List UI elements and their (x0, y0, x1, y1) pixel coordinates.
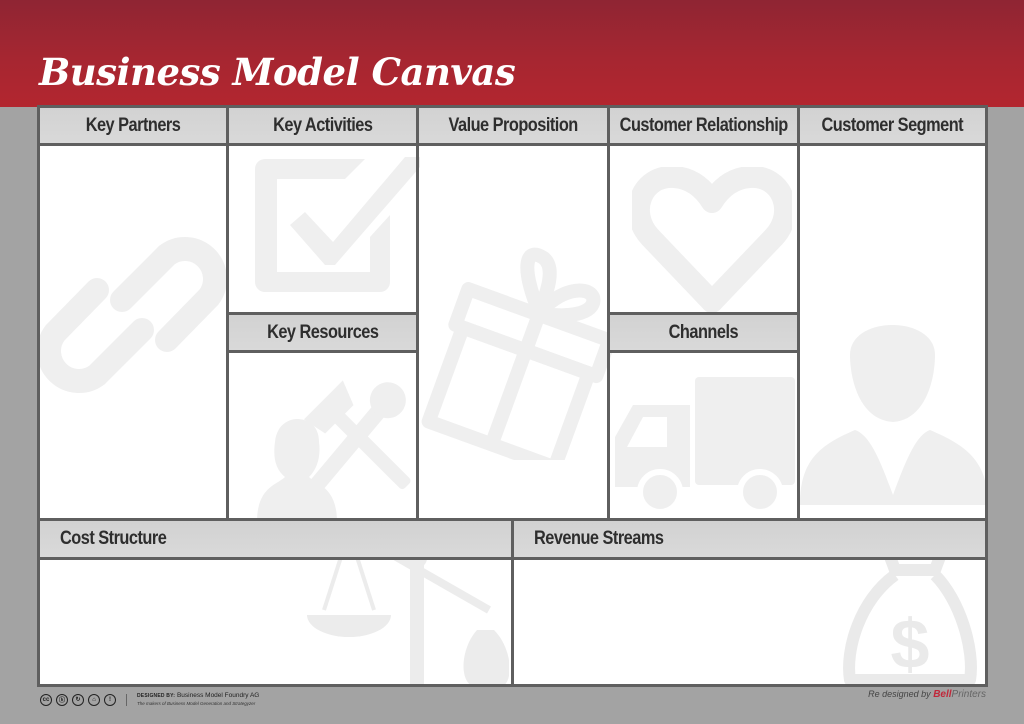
cc-icon: cc (40, 693, 52, 706)
checkbox-icon (255, 157, 425, 297)
cost-structure-label: Cost Structure (60, 528, 167, 549)
tools-person-icon (227, 377, 422, 522)
outer-border-left (37, 105, 40, 687)
truck-icon (615, 377, 795, 512)
heart-icon (632, 167, 792, 317)
revenue-streams-label: Revenue Streams (534, 528, 664, 549)
header-customer-relationship: Customer Relationship (607, 105, 800, 146)
designed-by-tagline: The makers of Business Model Generation … (137, 701, 256, 706)
person-icon: ! (104, 693, 116, 706)
header-channels: Channels (607, 312, 800, 353)
businessman-icon (800, 310, 988, 505)
designed-by-name: Business Model Foundry AG (176, 692, 260, 699)
header-value-proposition: Value Proposition (416, 105, 610, 146)
header-key-partners: Key Partners (37, 105, 229, 146)
key-activities-label: Key Activities (272, 114, 373, 136)
customer-segment-label: Customer Segment (821, 114, 964, 136)
svg-text:$: $ (891, 605, 930, 683)
redesigned-prefix: Re designed by (868, 689, 931, 699)
header-key-activities: Key Activities (226, 105, 419, 146)
value-proposition-label: Value Proposition (448, 114, 578, 136)
footer-separator (126, 693, 127, 706)
header-cost-structure: Cost Structure (37, 518, 514, 560)
canvas-grid: $ Key Partners Key Activities Value Prop… (37, 105, 988, 687)
designed-by-label: DESIGNED BY: (137, 693, 176, 699)
header-revenue-streams: Revenue Streams (511, 518, 988, 560)
key-resources-label: Key Resources (266, 321, 379, 343)
outer-border-right (985, 105, 988, 687)
gift-icon (417, 230, 617, 460)
brand-printers: Printers (951, 689, 986, 700)
brand-bell: Bell (933, 689, 952, 700)
attribution-icon: ⓗ (56, 693, 68, 706)
redesigned-by: Re designed by BellPrinters (868, 689, 986, 700)
link-icon (37, 210, 227, 420)
noncommercial-icon: ⌂ (88, 693, 100, 706)
header-customer-segment: Customer Segment (797, 105, 988, 146)
channels-label: Channels (668, 321, 739, 343)
customer-relationship-label: Customer Relationship (619, 114, 788, 136)
footer-license: cc ⓗ ↻ ⌂ ! DESIGNED BY: Business Model F… (40, 692, 259, 707)
designed-by: DESIGNED BY: Business Model Foundry AG T… (137, 692, 259, 707)
page-title: Business Model Canvas (39, 50, 516, 94)
header-key-resources: Key Resources (226, 312, 419, 353)
key-partners-label: Key Partners (85, 114, 181, 136)
share-alike-icon: ↻ (72, 693, 84, 706)
